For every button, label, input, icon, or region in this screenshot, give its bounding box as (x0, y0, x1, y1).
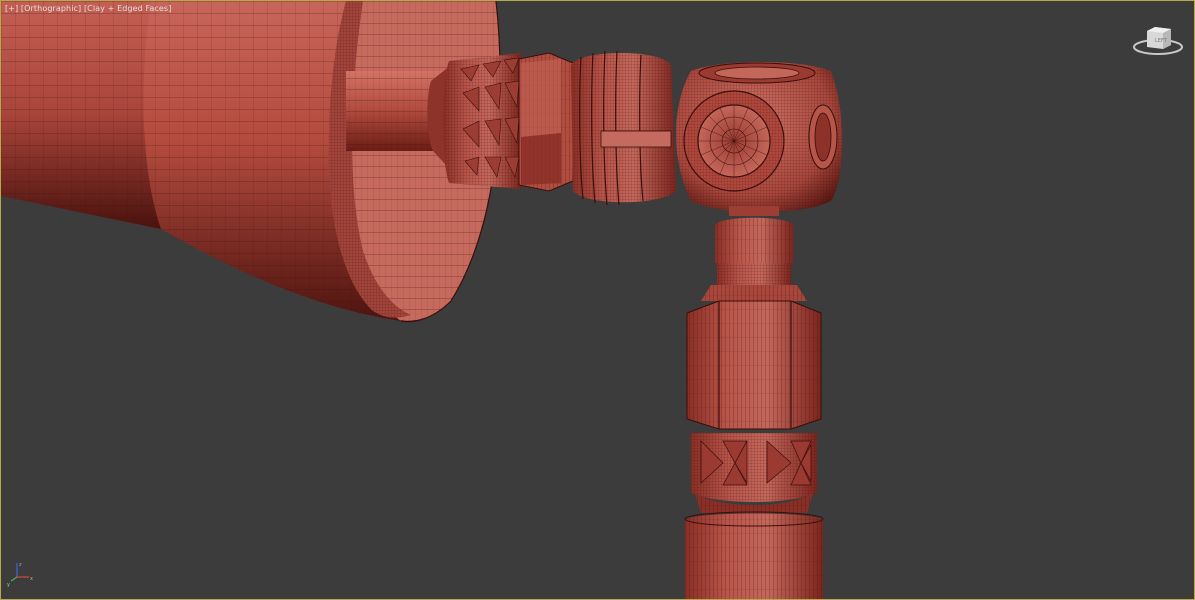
axis-tripod-icon: z x y (7, 562, 33, 588)
barrel-body[interactable] (1, 1, 161, 229)
viewcube-face-label[interactable]: LEFT (1155, 38, 1168, 44)
vertical-hex-nut[interactable] (686, 300, 822, 430)
ribbed-rings[interactable] (571, 50, 676, 206)
vertical-knurled-collar[interactable] (691, 433, 817, 513)
perspective-viewport[interactable]: [+] [Orthographic] [Clay + Edged Faces] … (0, 0, 1195, 600)
viewcube[interactable]: LEFT (1133, 23, 1185, 59)
viewcube-icon[interactable]: LEFT (1133, 23, 1185, 59)
viewport-label: [+] [Orthographic] [Clay + Edged Faces] (5, 4, 171, 13)
axis-x-label: x (30, 576, 33, 582)
hex-nut[interactable] (518, 52, 574, 192)
ball-joint[interactable] (676, 62, 843, 213)
axis-z-label: z (19, 562, 22, 568)
vertical-neck[interactable] (701, 206, 807, 301)
shading-mode-button[interactable]: [Clay + Edged Faces] (84, 4, 172, 13)
axis-y-label: y (7, 582, 10, 588)
vertical-lower-tube[interactable] (684, 511, 824, 600)
view-type-button[interactable]: [Orthographic] (21, 4, 81, 13)
axis-tripod: z x y (7, 559, 37, 589)
scene-canvas[interactable] (1, 1, 1195, 600)
viewport-menu-button[interactable]: [+] (5, 4, 18, 13)
